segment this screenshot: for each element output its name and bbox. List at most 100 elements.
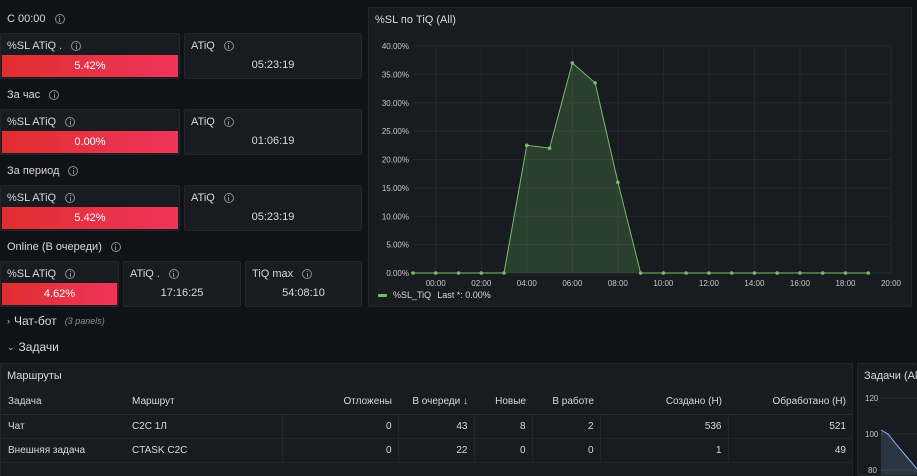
info-icon[interactable]	[68, 166, 79, 176]
atiq-panel-4[interactable]: ATiQ . 17:16:25	[123, 261, 241, 307]
y-tick-label: 15.00%	[382, 184, 409, 193]
data-point[interactable]	[525, 143, 529, 148]
atiq-panel-1[interactable]: ATiQ 05:23:19	[184, 33, 362, 79]
atiq-value: 05:23:19	[251, 211, 295, 223]
y-tick-label: 20.00%	[382, 156, 409, 165]
routes-table: Задача Маршрут Отложены В очереди ↓ Новы…	[2, 390, 852, 463]
col-delayed[interactable]: Отложены	[282, 390, 398, 415]
y-tick-label: 10.00%	[382, 212, 409, 221]
col-new[interactable]: Новые	[474, 390, 532, 415]
cell: CTASK C2C	[126, 438, 282, 463]
info-icon[interactable]	[223, 193, 234, 203]
x-tick-label: 14:00	[744, 279, 765, 288]
data-point[interactable]	[616, 180, 620, 184]
sl-tiq-chart-panel[interactable]: %SL по TiQ (All) 0.00% 5.00% 10.00% 15.00% 2…	[368, 7, 912, 307]
chart-legend[interactable]: %SL_TiQ Last *: 0.00%	[378, 290, 491, 300]
y-tick-label: 25.00%	[382, 127, 409, 136]
col-created[interactable]: Создано (Н)	[600, 390, 728, 415]
col-in-work[interactable]: В работе	[532, 390, 600, 415]
atiq-panel-2[interactable]: ATiQ 01:06:19	[184, 109, 362, 155]
data-point[interactable]	[820, 271, 825, 275]
info-icon[interactable]	[302, 269, 313, 279]
data-point[interactable]	[593, 81, 597, 85]
col-route[interactable]: Маршрут	[126, 390, 282, 415]
tasks-chart: 120 100 80	[865, 394, 917, 475]
atiq-value: 17:16:25	[160, 287, 204, 299]
atiq-panel-3[interactable]: ATiQ 05:23:19	[184, 185, 362, 231]
data-point[interactable]	[729, 271, 734, 275]
tasks-chart-panel[interactable]: Задачи (All) 120 100 80	[857, 363, 917, 476]
row-chatbot[interactable]: › Чат-бот (3 panels)	[7, 314, 105, 328]
series-area	[881, 430, 917, 475]
routes-panel[interactable]: Маршруты Задача Маршрут Отложены В очере…	[0, 363, 853, 476]
y-tick-label: 80	[868, 466, 877, 475]
col-processed[interactable]: Обработано (Н)	[728, 390, 852, 415]
sl-value: 0.00%	[2, 131, 178, 153]
sl-tiq-chart: 0.00% 5.00% 10.00% 15.00% 20.00% 25.00% 30.00%…	[382, 42, 902, 288]
data-point[interactable]	[502, 271, 506, 275]
cell: 8	[473, 414, 532, 439]
data-point[interactable]	[570, 61, 575, 65]
sl-atiq-panel-2[interactable]: %SL ATiQ 0.00%	[0, 109, 180, 155]
info-icon[interactable]	[223, 117, 234, 127]
info-icon[interactable]	[110, 242, 121, 252]
cell: 0	[281, 414, 398, 439]
atiq-value: 01:06:19	[251, 135, 295, 147]
y-tick-label: 40.00%	[382, 42, 409, 51]
tiq-max-panel[interactable]: TiQ max 54:08:10	[245, 261, 362, 307]
legend-stat: Last *: 0.00%	[437, 290, 491, 300]
data-point[interactable]	[798, 271, 802, 275]
data-point[interactable]	[479, 271, 484, 275]
y-tick-label: 100	[865, 430, 879, 439]
info-icon[interactable]	[65, 193, 76, 203]
data-point[interactable]	[638, 271, 643, 275]
sl-atiq-panel-1[interactable]: %SL ATiQ . 5.42%	[0, 33, 180, 79]
col-task[interactable]: Задача	[2, 390, 126, 415]
sl-atiq-panel-3[interactable]: %SL ATiQ 5.42%	[0, 185, 180, 231]
data-point[interactable]	[866, 271, 871, 275]
info-icon[interactable]	[65, 269, 76, 279]
data-point[interactable]	[547, 146, 552, 150]
cell: C2C 1Л	[126, 414, 282, 439]
x-tick-label: 08:00	[608, 279, 629, 288]
data-point[interactable]	[775, 271, 779, 275]
data-point[interactable]	[684, 271, 688, 275]
data-point[interactable]	[433, 271, 438, 275]
legend-swatch	[378, 293, 387, 297]
sl-value: 5.42%	[2, 207, 178, 229]
data-point[interactable]	[707, 271, 711, 275]
row-tasks[interactable]: ⌄ Задачи	[7, 340, 59, 354]
col-queued[interactable]: В очереди ↓	[398, 390, 474, 415]
data-point[interactable]	[843, 271, 848, 275]
section-title-online: Online (В очереди)	[7, 241, 121, 253]
y-tick-label: 120	[865, 394, 879, 403]
x-tick-label: 18:00	[835, 279, 856, 288]
info-icon[interactable]	[49, 90, 60, 100]
data-point[interactable]	[661, 271, 666, 275]
info-icon[interactable]	[223, 41, 234, 51]
cell: Внешняя задача	[2, 438, 126, 463]
info-icon[interactable]	[65, 117, 76, 127]
table-row: Внешняя задача CTASK C2C 0 22 0 0 1 49	[2, 438, 852, 463]
legend-label: %SL_TiQ	[393, 290, 432, 300]
routes-title: Маршруты	[7, 370, 62, 382]
atiq-value: 05:23:19	[251, 59, 295, 71]
data-point[interactable]	[752, 271, 757, 275]
x-tick-label: 00:00	[426, 279, 447, 288]
cell: Чат	[2, 414, 126, 439]
section-title-per-period: За период	[7, 165, 79, 177]
x-tick-label: 04:00	[517, 279, 538, 288]
section-title-since-midnight: С 00:00	[7, 13, 65, 25]
data-point[interactable]	[411, 271, 415, 275]
sl-value: 4.62%	[2, 283, 117, 305]
info-icon[interactable]	[168, 269, 179, 279]
cell: 49	[727, 438, 852, 463]
cell: 1	[599, 438, 728, 463]
sl-atiq-panel-4[interactable]: %SL ATiQ 4.62%	[0, 261, 119, 307]
cell: 43	[397, 414, 474, 439]
data-point[interactable]	[456, 271, 461, 275]
info-icon[interactable]	[54, 14, 65, 24]
info-icon[interactable]	[71, 41, 82, 51]
x-tick-label: 02:00	[471, 279, 492, 288]
y-tick-label: 5.00%	[386, 241, 409, 250]
